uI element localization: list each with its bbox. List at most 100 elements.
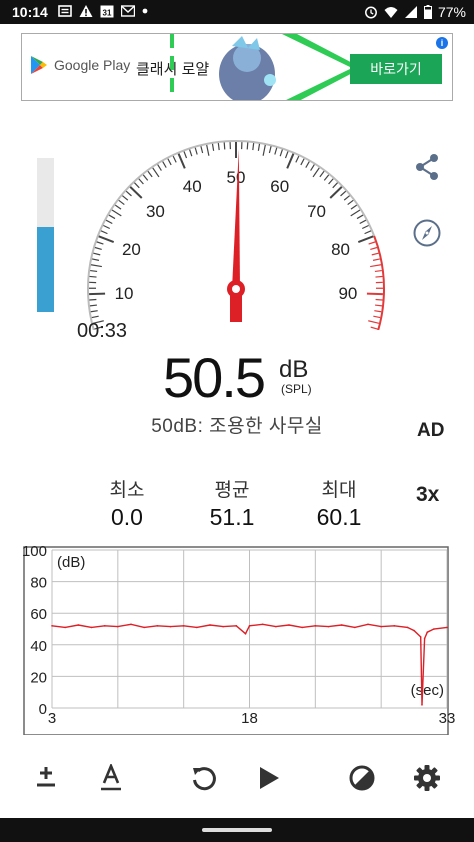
settings-button[interactable]: [409, 760, 445, 796]
gauge-tick: [89, 298, 97, 301]
calibrate-icon: [37, 767, 55, 787]
y-tick-label: 60: [30, 606, 47, 623]
gauge-tick: [375, 304, 383, 307]
calendar-icon: 31: [100, 5, 114, 18]
gauge-tick: [211, 143, 215, 151]
data-point: [117, 625, 119, 628]
play-button[interactable]: [251, 760, 287, 796]
gauge-tick: [129, 186, 143, 199]
gauge-tick: [91, 315, 99, 319]
gauge-tick: [100, 230, 108, 235]
gauge-label: 60: [270, 177, 289, 196]
settings-icon: [414, 765, 440, 791]
data-point: [367, 623, 369, 626]
gauge-tick: [108, 214, 116, 220]
gauge-tick: [370, 246, 378, 251]
ad-info-icon[interactable]: i: [436, 37, 448, 49]
gauge-tick: [350, 209, 361, 217]
gauge-tick: [105, 219, 113, 225]
data-point: [235, 625, 238, 627]
x-tick-label: 3: [48, 710, 56, 727]
data-point: [433, 628, 435, 630]
gauge-tick: [274, 147, 278, 155]
gauge-label: 80: [331, 240, 350, 259]
gauge-tick: [172, 155, 177, 163]
gauge-tick: [328, 178, 334, 185]
gauge-tick: [323, 174, 330, 181]
gauge-tick: [147, 170, 153, 178]
elapsed-time: 00:33: [77, 320, 128, 342]
decibel-gauge: 0 10 20 30 40 50 60 70 80 90 100: [87, 140, 385, 330]
data-point: [209, 624, 211, 626]
ad-cta-button[interactable]: 바로가기: [350, 54, 442, 84]
data-point: [248, 625, 251, 627]
y-tick-label: 80: [30, 575, 47, 592]
gauge-tick: [152, 167, 160, 178]
gauge-label: 10: [115, 284, 134, 303]
gauge-tick: [96, 241, 104, 245]
gauge-tick: [332, 182, 338, 189]
gauge-label: 100: [323, 327, 351, 330]
reset-button[interactable]: [186, 760, 222, 796]
gauge-tick: [370, 264, 382, 268]
gauge-tick: [91, 258, 100, 261]
gauge-tick: [103, 224, 111, 230]
share-icon[interactable]: [412, 152, 442, 182]
gauge-tick: [305, 161, 310, 168]
status-bar: 10:14 31 77%: [0, 0, 474, 24]
ad-banner[interactable]: Google Play 클래시 로얄 바로가기 i: [21, 33, 453, 101]
gauge-label: 70: [307, 202, 326, 221]
gauge-tick: [319, 170, 325, 178]
needle-hub-center: [232, 285, 240, 293]
google-play-badge: Google Play: [30, 55, 130, 75]
gauge-tick: [371, 252, 379, 256]
gauge-tick: [217, 142, 220, 151]
gauge-tick: [268, 146, 272, 154]
avg-label: 평균: [214, 480, 250, 501]
gauge-tick: [356, 214, 364, 220]
gauge-tick: [98, 235, 115, 243]
gauge-tick: [118, 199, 125, 206]
data-point: [354, 626, 356, 629]
spl-label: (SPL): [281, 382, 312, 396]
data-point: [169, 625, 172, 628]
data-point: [143, 626, 145, 629]
gauge-tick: [368, 241, 376, 245]
remove-ads-button[interactable]: AD: [417, 420, 444, 442]
max-stat: 최대 60.1: [294, 475, 384, 531]
gauge-tick: [94, 246, 102, 251]
data-point: [275, 625, 277, 628]
data-point: [301, 626, 303, 629]
gauge-tick: [177, 153, 186, 169]
calibrate-button[interactable]: [28, 760, 64, 796]
gauge-tick: [89, 292, 106, 296]
theme-button[interactable]: [344, 760, 380, 796]
gauge-tick: [246, 142, 249, 150]
gauge-tick: [295, 155, 300, 163]
gauge-tick: [125, 190, 132, 197]
gauge-tick: [134, 182, 140, 189]
home-gesture-handle[interactable]: [202, 828, 272, 832]
gauge-tick: [142, 174, 149, 181]
play-icon: [260, 767, 279, 789]
font-size-button[interactable]: [93, 760, 129, 796]
gauge-tick: [122, 195, 129, 201]
y-tick-label: 40: [30, 638, 47, 655]
max-label: 최대: [321, 480, 357, 501]
gauge-tick: [359, 219, 367, 225]
gauge-tick: [138, 178, 144, 185]
gauge-tick: [300, 158, 305, 166]
gauge-tick: [167, 158, 172, 166]
notification-icons: 31: [58, 4, 148, 18]
data-point: [446, 626, 448, 629]
decibel-value: 50.5: [163, 346, 266, 409]
max-value: 60.1: [316, 504, 362, 530]
navigation-bar: [0, 818, 474, 842]
wifi-icon: [384, 7, 398, 18]
speed-button[interactable]: 3x: [416, 483, 439, 507]
data-point: [288, 624, 290, 626]
compass-icon[interactable]: [412, 218, 442, 248]
gauge-tick: [350, 204, 358, 210]
gauge-tick: [157, 164, 162, 171]
gauge-tick: [361, 224, 369, 230]
